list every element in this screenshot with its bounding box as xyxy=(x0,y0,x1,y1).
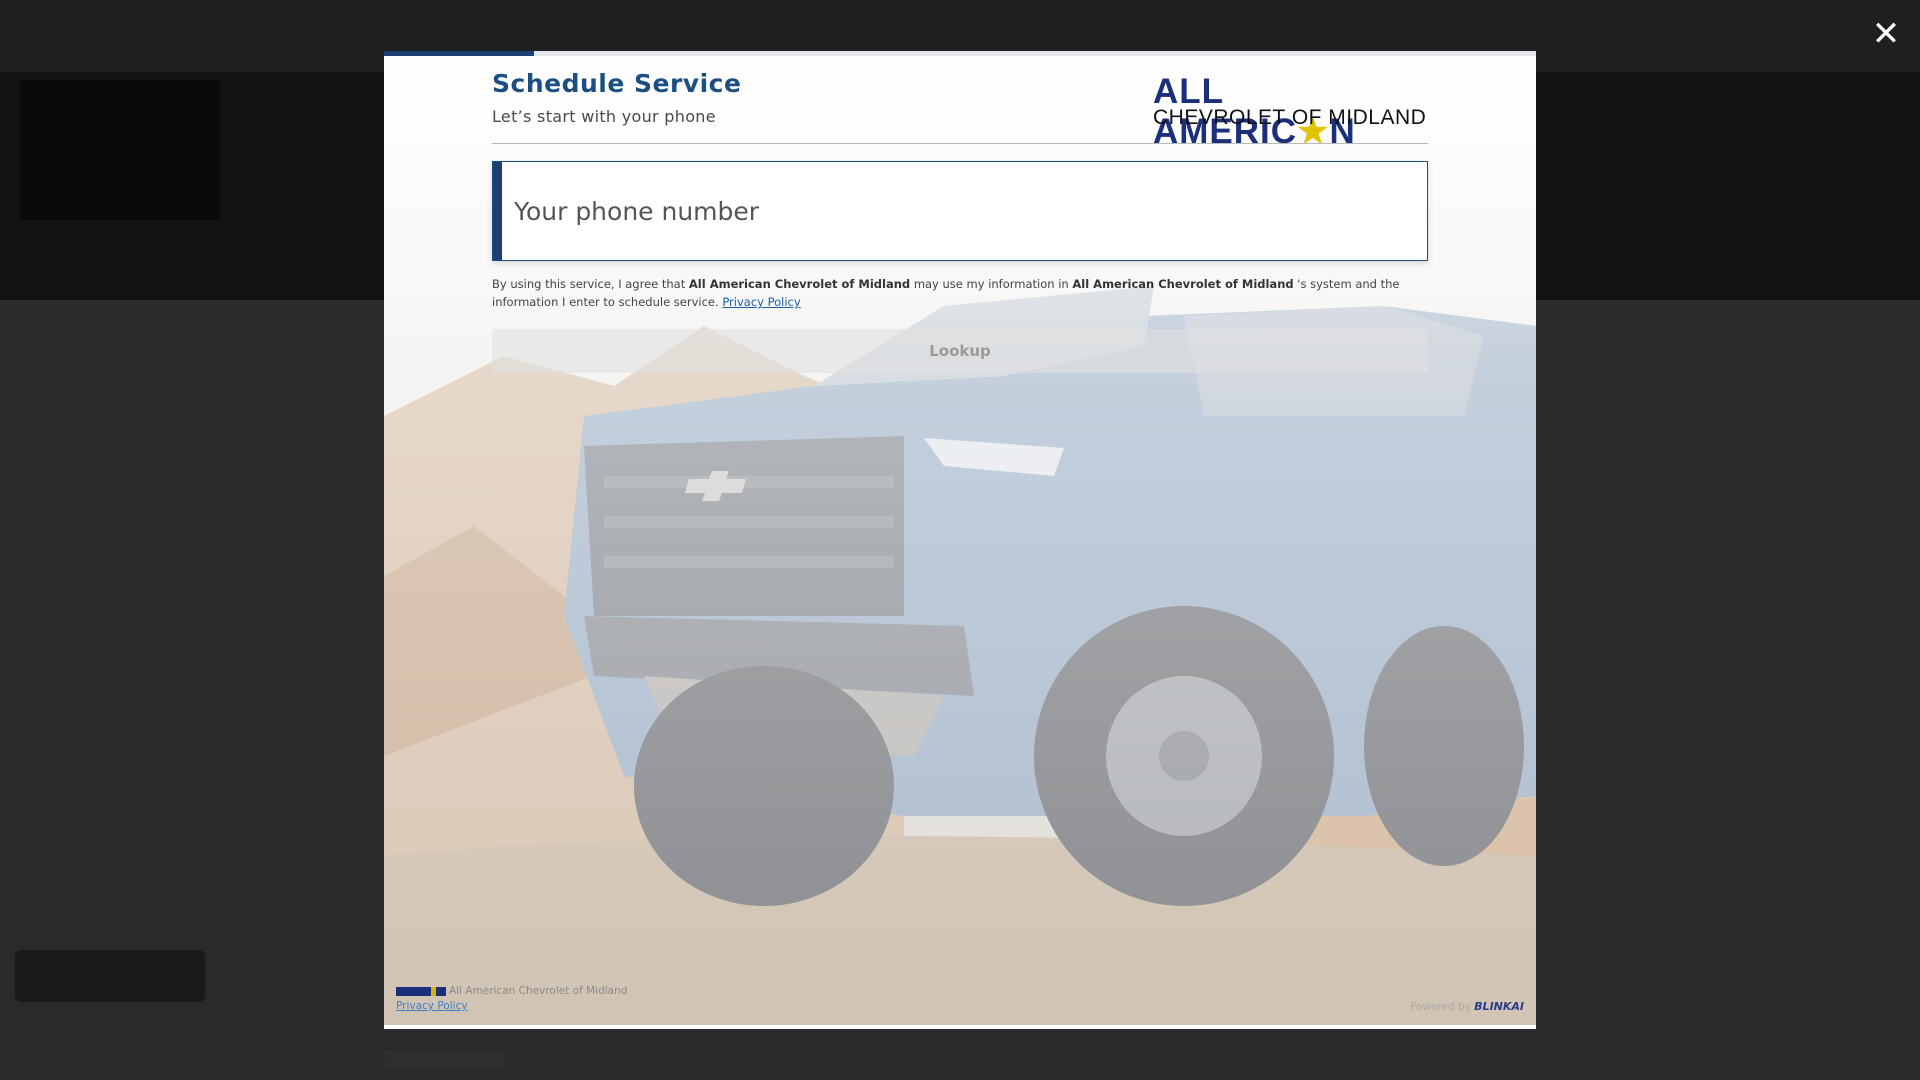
background-site-logo xyxy=(20,80,220,220)
close-icon[interactable]: ✕ xyxy=(1868,16,1904,52)
powered-by: Powered by BLINKAI xyxy=(1410,1000,1524,1013)
footer-dealer: All American Chevrolet of Midland xyxy=(396,985,627,997)
background-site-button xyxy=(15,950,205,1002)
schedule-service-modal: Schedule Service Let’s start with your p… xyxy=(384,51,1536,1029)
blinkai-logo: BLINKAI xyxy=(1474,1000,1524,1013)
dealer-logo-subtext: CHEVROLET OF MIDLAND xyxy=(1153,106,1427,129)
phone-field-container xyxy=(492,161,1428,261)
phone-number-input[interactable] xyxy=(502,162,1426,260)
consent-dealer-name: All American Chevrolet of Midland xyxy=(688,277,911,291)
phone-field-accent xyxy=(493,162,502,260)
consent-text: By using this service, I agree that All … xyxy=(492,277,1400,309)
powered-by-text: Powered by xyxy=(1409,1001,1471,1013)
consent-dealer-name: All American Chevrolet of Midland xyxy=(1072,277,1294,291)
modal-bottom-edge xyxy=(384,1025,1536,1029)
modal-title: Schedule Service xyxy=(492,69,742,98)
dealer-mini-logo xyxy=(396,986,446,996)
dealer-logo: ALL AMERIC★N CHEVROLET OF MIDLAND xyxy=(1153,72,1428,151)
modal-subtitle: Let’s start with your phone xyxy=(492,107,716,126)
header-divider xyxy=(492,143,1428,144)
footer-dealer-name: All American Chevrolet of Midland xyxy=(449,985,628,997)
modal-header: Schedule Service Let’s start with your p… xyxy=(492,69,1428,163)
privacy-policy-link[interactable]: Privacy Policy xyxy=(722,295,800,309)
footer-privacy-policy-link[interactable]: Privacy Policy xyxy=(396,1000,468,1012)
lookup-button[interactable]: Lookup xyxy=(492,329,1428,373)
background-site-footer-strip xyxy=(385,1050,505,1068)
